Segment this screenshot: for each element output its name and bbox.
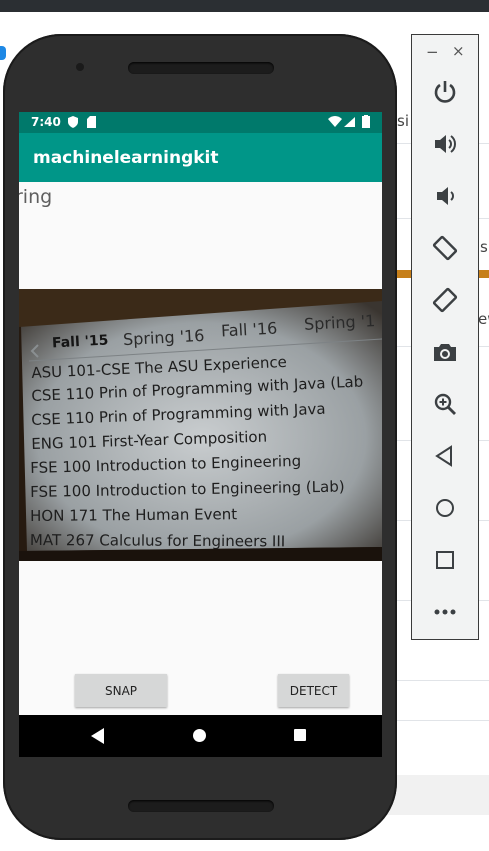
volume-down-icon <box>437 187 454 205</box>
android-nav-bar <box>19 715 382 757</box>
course-item: HON 171 The Human Event <box>30 505 238 525</box>
home-icon <box>436 499 454 517</box>
shield-icon <box>68 116 78 128</box>
detected-text: ring <box>19 186 53 208</box>
front-camera <box>76 63 84 71</box>
zoom-button[interactable] <box>428 387 462 421</box>
nav-home-icon[interactable] <box>193 729 206 742</box>
bottom-speaker <box>128 800 274 812</box>
course-item: MAT 267 Calculus for Engineers III <box>29 531 286 551</box>
phone-screen: 7:40 machinelearningkit ring <box>19 112 382 757</box>
rotate-right-icon <box>432 287 458 313</box>
snap-button[interactable]: SNAP <box>75 674 167 707</box>
more-button[interactable] <box>428 595 462 629</box>
rotate-right-button[interactable] <box>428 283 462 317</box>
back-button[interactable] <box>428 439 462 473</box>
zoom-icon <box>434 393 456 415</box>
tab-fall-15: Fall '15 <box>51 332 109 352</box>
host-partial-text: si <box>397 112 409 130</box>
back-icon <box>435 445 452 467</box>
host-accent <box>0 46 6 60</box>
status-time: 7:40 <box>31 115 61 129</box>
camera-icon <box>434 344 456 361</box>
battery-icon <box>362 115 370 128</box>
tab-spring-17: Spring '1 <box>303 311 376 334</box>
rotate-left-icon <box>432 235 458 261</box>
signal-icon <box>344 117 355 127</box>
power-button[interactable] <box>428 75 462 109</box>
more-icon <box>434 609 456 615</box>
captured-photo: Fall '15 Spring '16 Fall '16 Spring '1 A… <box>19 289 382 561</box>
minimize-button[interactable]: − <box>426 43 439 61</box>
detect-button[interactable]: DETECT <box>278 674 349 707</box>
status-bar: 7:40 <box>19 112 382 133</box>
host-window-topbar <box>0 0 489 12</box>
power-icon <box>434 81 456 103</box>
emulator-toolbar: − × <box>411 34 479 640</box>
overview-button[interactable] <box>428 543 462 577</box>
host-partial-text: s <box>480 238 488 256</box>
close-button[interactable]: × <box>452 42 465 60</box>
volume-up-icon <box>435 135 456 153</box>
volume-down-button[interactable] <box>428 179 462 213</box>
wifi-icon <box>328 116 342 127</box>
rotate-left-button[interactable] <box>428 231 462 265</box>
app-bar: machinelearningkit <box>19 133 382 182</box>
nav-back-icon[interactable] <box>91 728 105 744</box>
app-title: machinelearningkit <box>33 148 219 168</box>
screenshot-button[interactable] <box>428 335 462 369</box>
nav-overview-icon[interactable] <box>294 729 306 741</box>
top-speaker <box>128 62 274 74</box>
home-button[interactable] <box>428 491 462 525</box>
host-partial-text: ew <box>478 310 489 328</box>
overview-icon <box>436 551 454 569</box>
tab-fall-16: Fall '16 <box>220 318 278 341</box>
sd-card-icon <box>87 116 96 128</box>
volume-up-button[interactable] <box>428 127 462 161</box>
